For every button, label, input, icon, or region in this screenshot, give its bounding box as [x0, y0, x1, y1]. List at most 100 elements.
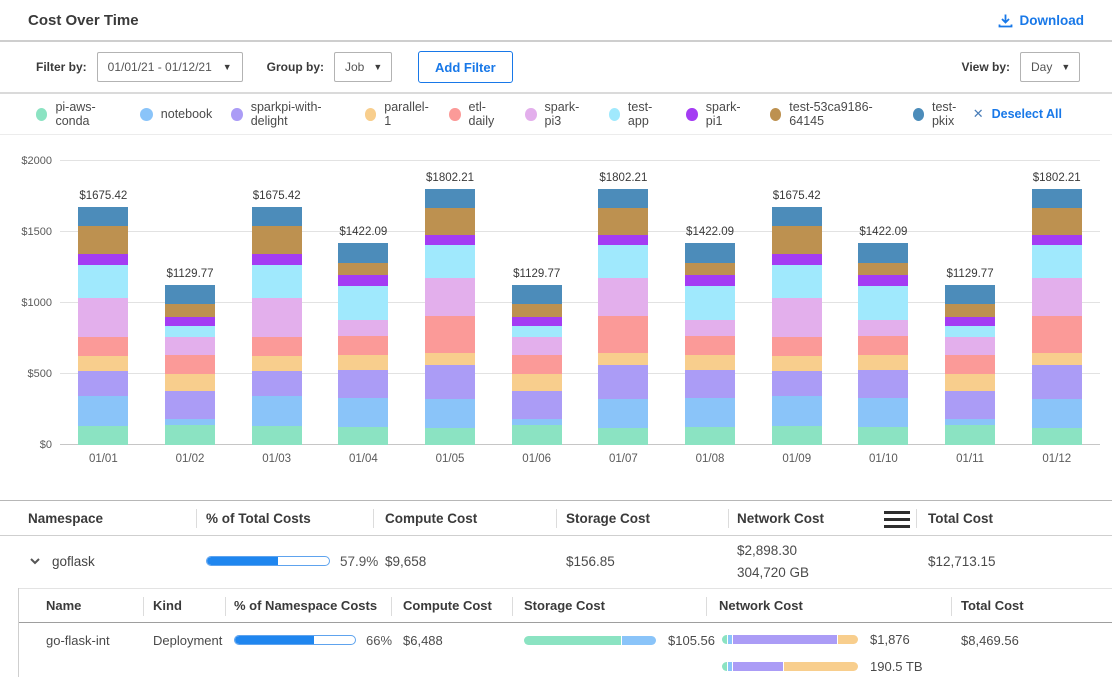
bar-segment-parallel-1[interactable]: [858, 355, 908, 369]
bar-segment-pi-aws-conda[interactable]: [685, 427, 735, 445]
legend-item-spark-pi3[interactable]: spark-pi3: [525, 100, 589, 128]
bar-segment-test-app[interactable]: [252, 265, 302, 298]
bar-segment-parallel-1[interactable]: [338, 355, 388, 369]
bar-segment-test-app[interactable]: [1032, 245, 1082, 278]
bar-segment-notebook[interactable]: [598, 399, 648, 427]
bar-segment-pi-aws-conda[interactable]: [512, 425, 562, 445]
bar-segment-test-pkix[interactable]: [772, 207, 822, 226]
bar-segment-test-app[interactable]: [945, 326, 995, 336]
bar-segment-spark-pi3[interactable]: [165, 337, 215, 355]
bar-segment-test-pkix[interactable]: [425, 189, 475, 207]
bar-segment-etl-daily[interactable]: [252, 337, 302, 356]
bar-segment-pi-aws-conda[interactable]: [772, 426, 822, 445]
bar-segment-spark-pi3[interactable]: [598, 278, 648, 316]
download-button[interactable]: Download: [998, 13, 1085, 28]
bar-segment-spark-pi1[interactable]: [165, 317, 215, 326]
bar-segment-sparkpi-with-delight[interactable]: [598, 365, 648, 400]
bar-segment-test-pkix[interactable]: [945, 285, 995, 305]
bar-segment-notebook[interactable]: [858, 398, 908, 427]
bar-segment-pi-aws-conda[interactable]: [945, 425, 995, 445]
bar-segment-test-pkix[interactable]: [1032, 189, 1082, 207]
legend-item-test-pkix[interactable]: test-pkix: [913, 100, 973, 128]
bar-segment-sparkpi-with-delight[interactable]: [78, 371, 128, 397]
bar-segment-spark-pi3[interactable]: [772, 298, 822, 337]
bar-segment-sparkpi-with-delight[interactable]: [512, 391, 562, 419]
bar-segment-sparkpi-with-delight[interactable]: [165, 391, 215, 419]
bar-segment-spark-pi3[interactable]: [78, 298, 128, 337]
bar-segment-parallel-1[interactable]: [425, 353, 475, 365]
bar-segment-notebook[interactable]: [1032, 399, 1082, 427]
bar-segment-test-pkix[interactable]: [252, 207, 302, 226]
bar-segment-notebook[interactable]: [252, 396, 302, 426]
bar-segment-test-53ca9186-64145[interactable]: [598, 208, 648, 235]
bar-segment-test-app[interactable]: [512, 326, 562, 336]
bar-segment-parallel-1[interactable]: [165, 374, 215, 391]
bar-segment-test-53ca9186-64145[interactable]: [945, 304, 995, 317]
bar-segment-test-53ca9186-64145[interactable]: [78, 226, 128, 254]
bar-segment-test-53ca9186-64145[interactable]: [1032, 208, 1082, 235]
bar-segment-test-53ca9186-64145[interactable]: [772, 226, 822, 254]
bar-segment-notebook[interactable]: [425, 399, 475, 427]
bar-stack-01/05[interactable]: [425, 189, 475, 445]
bar-segment-test-pkix[interactable]: [338, 243, 388, 263]
bar-segment-etl-daily[interactable]: [338, 336, 388, 355]
bar-segment-test-53ca9186-64145[interactable]: [685, 263, 735, 275]
view-by-select[interactable]: Day ▼: [1020, 52, 1080, 82]
bar-stack-01/07[interactable]: [598, 189, 648, 445]
bar-segment-pi-aws-conda[interactable]: [252, 426, 302, 445]
bar-segment-test-app[interactable]: [78, 265, 128, 298]
expand-row-control[interactable]: goflask: [28, 536, 95, 586]
workload-row-go-flask-int[interactable]: go-flask-int Deployment 66% $6,488 $105.…: [19, 623, 1112, 676]
bar-segment-spark-pi1[interactable]: [945, 317, 995, 326]
bar-segment-sparkpi-with-delight[interactable]: [945, 391, 995, 419]
bar-segment-test-app[interactable]: [772, 265, 822, 298]
bar-segment-test-app[interactable]: [685, 286, 735, 319]
bar-stack-01/08[interactable]: [685, 243, 735, 445]
bar-segment-spark-pi3[interactable]: [252, 298, 302, 337]
bar-segment-test-53ca9186-64145[interactable]: [858, 263, 908, 275]
bar-segment-etl-daily[interactable]: [858, 336, 908, 355]
bar-segment-parallel-1[interactable]: [78, 356, 128, 371]
bar-stack-01/01[interactable]: [78, 207, 128, 445]
legend-item-pi-aws-conda[interactable]: pi-aws-conda: [36, 100, 121, 128]
bar-segment-pi-aws-conda[interactable]: [598, 428, 648, 445]
bar-segment-sparkpi-with-delight[interactable]: [252, 371, 302, 397]
bar-segment-test-53ca9186-64145[interactable]: [512, 304, 562, 317]
legend-item-notebook[interactable]: notebook: [140, 107, 212, 121]
bar-segment-test-app[interactable]: [338, 286, 388, 319]
bar-segment-test-53ca9186-64145[interactable]: [338, 263, 388, 275]
bar-segment-test-53ca9186-64145[interactable]: [252, 226, 302, 254]
bar-segment-etl-daily[interactable]: [772, 337, 822, 356]
bar-segment-parallel-1[interactable]: [512, 374, 562, 391]
add-filter-button[interactable]: Add Filter: [418, 51, 513, 83]
bar-segment-sparkpi-with-delight[interactable]: [425, 365, 475, 400]
bar-segment-test-pkix[interactable]: [685, 243, 735, 263]
bar-segment-sparkpi-with-delight[interactable]: [858, 370, 908, 398]
bar-segment-test-pkix[interactable]: [165, 285, 215, 305]
bar-segment-test-53ca9186-64145[interactable]: [165, 304, 215, 317]
bar-segment-etl-daily[interactable]: [945, 355, 995, 375]
bar-segment-etl-daily[interactable]: [78, 337, 128, 356]
bar-segment-parallel-1[interactable]: [685, 355, 735, 369]
bar-segment-sparkpi-with-delight[interactable]: [772, 371, 822, 397]
bar-segment-pi-aws-conda[interactable]: [1032, 428, 1082, 445]
bar-segment-sparkpi-with-delight[interactable]: [338, 370, 388, 398]
bar-segment-spark-pi1[interactable]: [1032, 235, 1082, 245]
bar-segment-spark-pi1[interactable]: [512, 317, 562, 326]
bar-segment-spark-pi1[interactable]: [425, 235, 475, 245]
bar-stack-01/02[interactable]: [165, 285, 215, 445]
bar-segment-test-53ca9186-64145[interactable]: [425, 208, 475, 235]
legend-item-spark-pi1[interactable]: spark-pi1: [686, 100, 750, 128]
bar-segment-pi-aws-conda[interactable]: [858, 427, 908, 445]
bar-segment-spark-pi1[interactable]: [338, 275, 388, 286]
legend-item-etl-daily[interactable]: etl-daily: [449, 100, 506, 128]
bar-segment-spark-pi3[interactable]: [1032, 278, 1082, 316]
bar-stack-01/09[interactable]: [772, 207, 822, 445]
group-by-select[interactable]: Job ▼: [334, 52, 392, 82]
bar-segment-spark-pi1[interactable]: [598, 235, 648, 245]
bar-stack-01/11[interactable]: [945, 285, 995, 445]
bar-segment-spark-pi1[interactable]: [252, 254, 302, 264]
bar-segment-test-pkix[interactable]: [78, 207, 128, 226]
bar-segment-parallel-1[interactable]: [945, 374, 995, 391]
bar-segment-sparkpi-with-delight[interactable]: [1032, 365, 1082, 400]
